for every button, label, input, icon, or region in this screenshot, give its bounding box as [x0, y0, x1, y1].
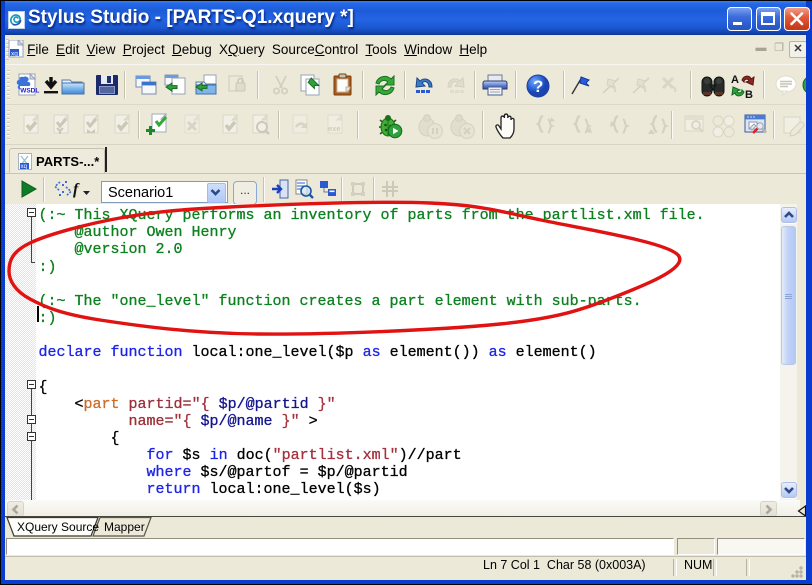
- svg-text:XQuery Source: XQuery Source: [17, 520, 99, 534]
- svg-text:Mapper: Mapper: [104, 520, 145, 534]
- svg-text:f: f: [73, 181, 80, 198]
- svg-text:xq: xq: [21, 164, 27, 170]
- svg-text:xq: xq: [11, 51, 18, 58]
- svg-text:WSDL: WSDL: [20, 88, 39, 95]
- svg-text:B: B: [745, 89, 753, 99]
- svg-text:A: A: [731, 74, 739, 86]
- svg-text:exe: exe: [328, 124, 341, 133]
- svg-text:?: ?: [533, 77, 543, 96]
